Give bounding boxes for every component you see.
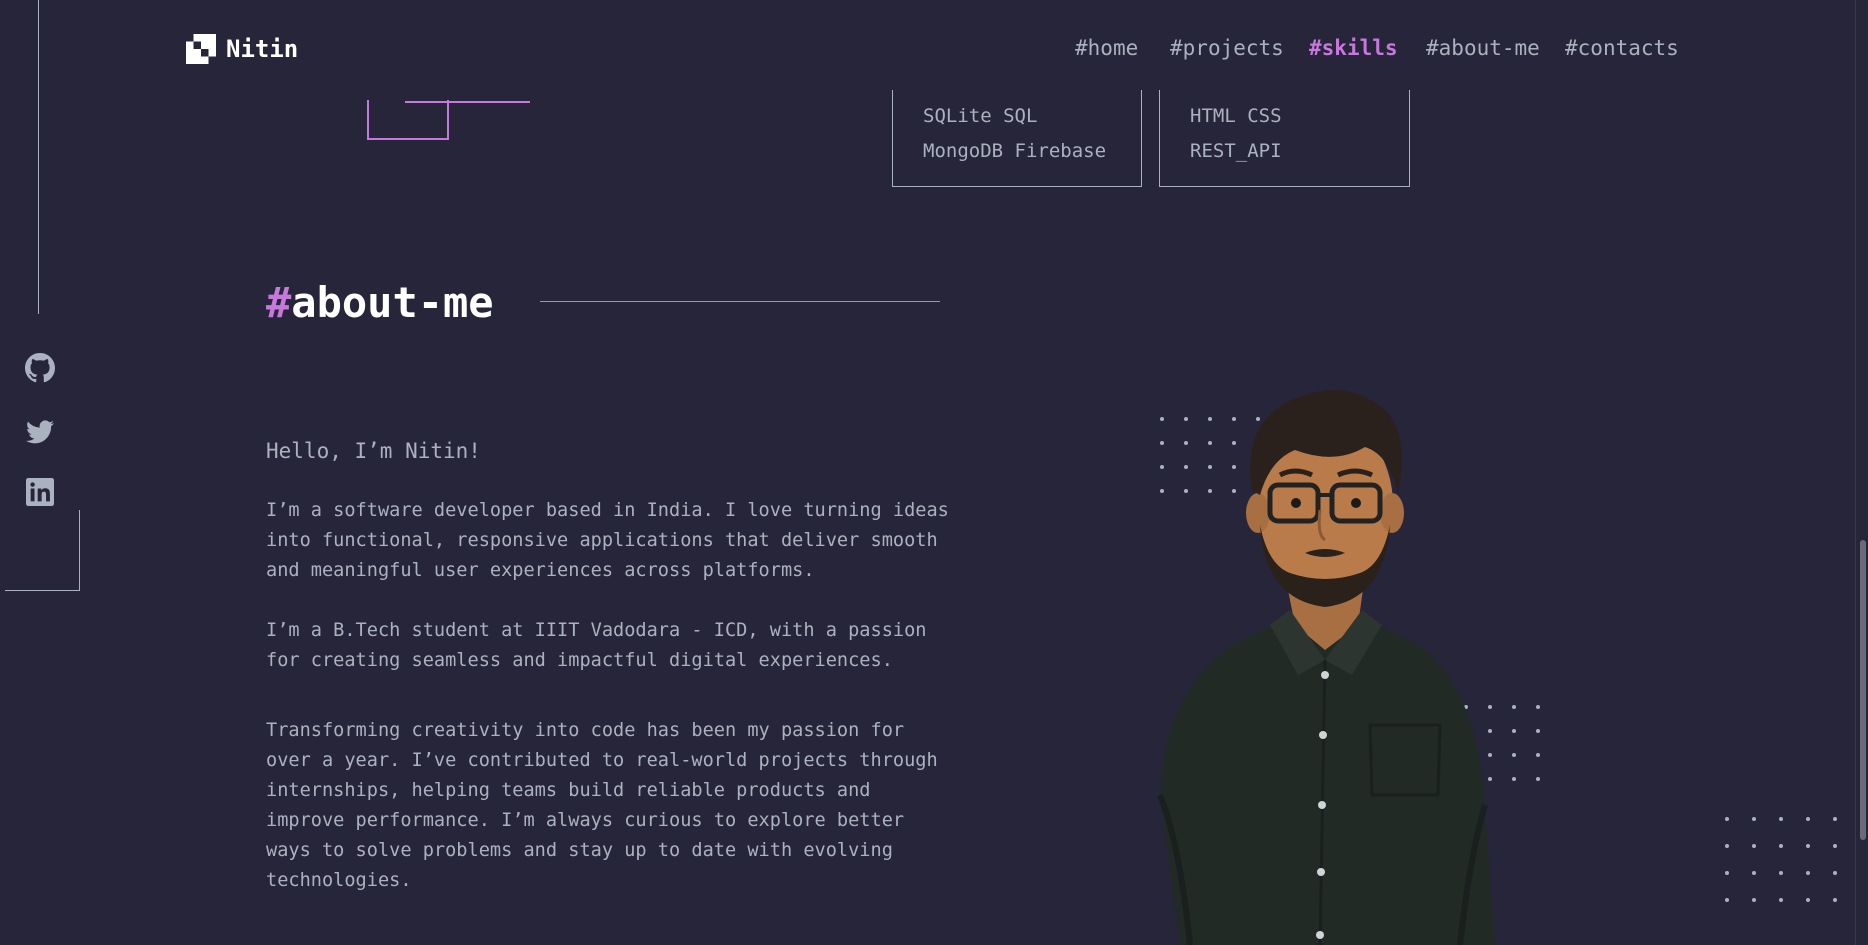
skill-line: REST_API [1190, 140, 1282, 162]
nav-link-contacts[interactable]: #contacts [1565, 36, 1679, 60]
title-divider [540, 301, 940, 302]
about-paragraph-2: I’m a B.Tech student at IIIT Vadodara - … [266, 620, 927, 671]
dot [1725, 844, 1729, 848]
about-paragraph-1: I’m a software developer based in India.… [266, 500, 949, 581]
decorative-box [367, 100, 449, 140]
nav-label: skills [1321, 36, 1398, 60]
skill-line: MongoDB Firebase [923, 140, 1107, 162]
about-paragraph-3: Transforming creativity into code has be… [266, 720, 938, 891]
section-title: #about-me [266, 278, 494, 327]
nav-link-skills[interactable]: #skills [1309, 36, 1398, 60]
nav-label: about-me [1438, 36, 1540, 60]
nav-label: contacts [1577, 36, 1679, 60]
dot [1779, 898, 1783, 902]
nav-hash: # [1309, 36, 1322, 60]
brand-name: Nitin [226, 35, 299, 63]
linkedin-icon[interactable] [22, 474, 58, 510]
dot [1779, 817, 1783, 821]
skill-line: SQLite SQL [923, 105, 1038, 127]
decorative-corner [5, 510, 80, 591]
dot [1779, 871, 1783, 875]
dot [1725, 871, 1729, 875]
nav-link-home[interactable]: #home [1075, 36, 1138, 60]
dot [1833, 817, 1837, 821]
nav-hash: # [1426, 36, 1439, 60]
logo-icon [186, 34, 216, 64]
dot [1752, 844, 1756, 848]
dot [1833, 844, 1837, 848]
dot [1752, 817, 1756, 821]
dot [1806, 871, 1810, 875]
nav-label: home [1087, 36, 1139, 60]
dot [1779, 844, 1783, 848]
dot [1806, 844, 1810, 848]
avatar-illustration [1157, 390, 1495, 945]
nav-link-projects[interactable]: #projects [1170, 36, 1284, 60]
title-text: about-me [291, 278, 494, 327]
nav-hash: # [1075, 36, 1088, 60]
brand-logo[interactable]: Nitin [186, 34, 298, 64]
sidebar-line [38, 0, 39, 314]
dot [1806, 817, 1810, 821]
dot [1536, 729, 1540, 733]
dot [1725, 817, 1729, 821]
nav-hash: # [1170, 36, 1183, 60]
dot [1752, 898, 1756, 902]
scrollbar-thumb[interactable] [1860, 540, 1866, 840]
dot [1806, 898, 1810, 902]
dot [1536, 753, 1540, 757]
dot [1752, 871, 1756, 875]
nav-link-about-me[interactable]: #about-me [1426, 36, 1540, 60]
twitter-icon[interactable] [22, 414, 58, 450]
skill-line: HTML CSS [1190, 105, 1282, 127]
title-hash: # [266, 278, 292, 327]
github-icon[interactable] [22, 350, 58, 386]
nav-hash: # [1565, 36, 1578, 60]
about-greeting: Hello, I’m Nitin! [266, 439, 481, 463]
dot [1536, 705, 1540, 709]
dot [1725, 898, 1729, 902]
dot [1536, 777, 1540, 781]
dots-decoration [1725, 817, 1860, 925]
dot [1833, 898, 1837, 902]
dot [1833, 871, 1837, 875]
nav-label: projects [1182, 36, 1284, 60]
